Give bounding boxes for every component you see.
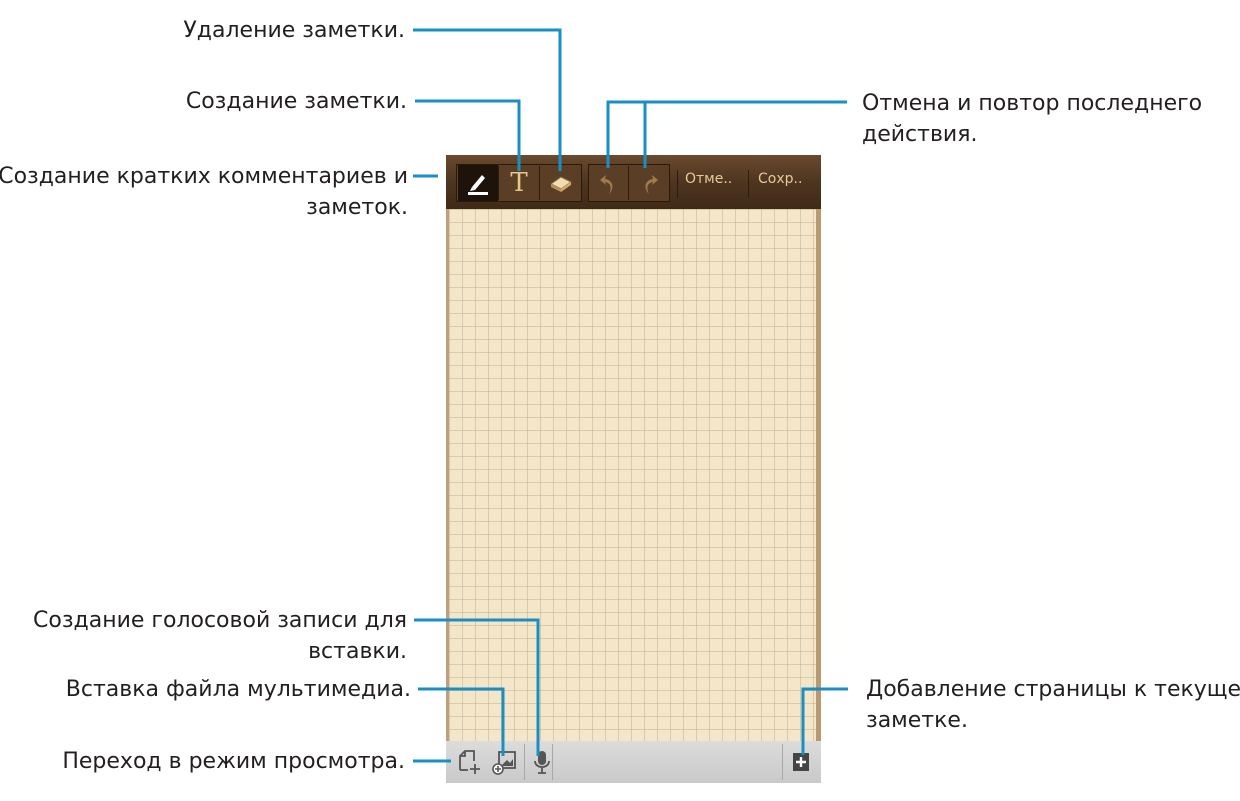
callout-add-page xyxy=(801,687,848,755)
label-short-comments-line1: Создание кратких комментариев и xyxy=(0,164,408,189)
callout-undo-redo xyxy=(606,100,847,168)
label-add-page-line2: заметке. xyxy=(866,708,968,733)
callout-insert-media xyxy=(418,687,505,756)
label-undo-redo-line1: Отмена и повтор последнего xyxy=(862,91,1203,116)
label-delete-note: Удаление заметки. xyxy=(183,18,405,43)
callout-create-note xyxy=(415,99,521,171)
label-short-comments-line2: заметок. xyxy=(306,195,408,220)
label-add-page-line1: Добавление страницы к текущей xyxy=(866,677,1240,702)
label-insert-media: Вставка файла мультимедиа. xyxy=(65,677,411,702)
label-voice-record: Создание голосовой записи для вставки. xyxy=(33,605,407,667)
label-create-note: Создание заметки. xyxy=(185,89,407,114)
label-undo-redo-line2: действия. xyxy=(862,122,978,147)
label-voice-record-line2: вставки. xyxy=(308,639,407,664)
label-undo-redo: Отмена и повтор последнего действия. xyxy=(862,88,1202,150)
label-voice-record-line1: Создание голосовой записи для xyxy=(33,608,407,633)
label-view-mode: Переход в режим просмотра. xyxy=(62,749,405,774)
label-short-comments: Создание кратких комментариев и заметок. xyxy=(0,161,408,223)
label-add-page: Добавление страницы к текущей заметке. xyxy=(866,674,1240,736)
